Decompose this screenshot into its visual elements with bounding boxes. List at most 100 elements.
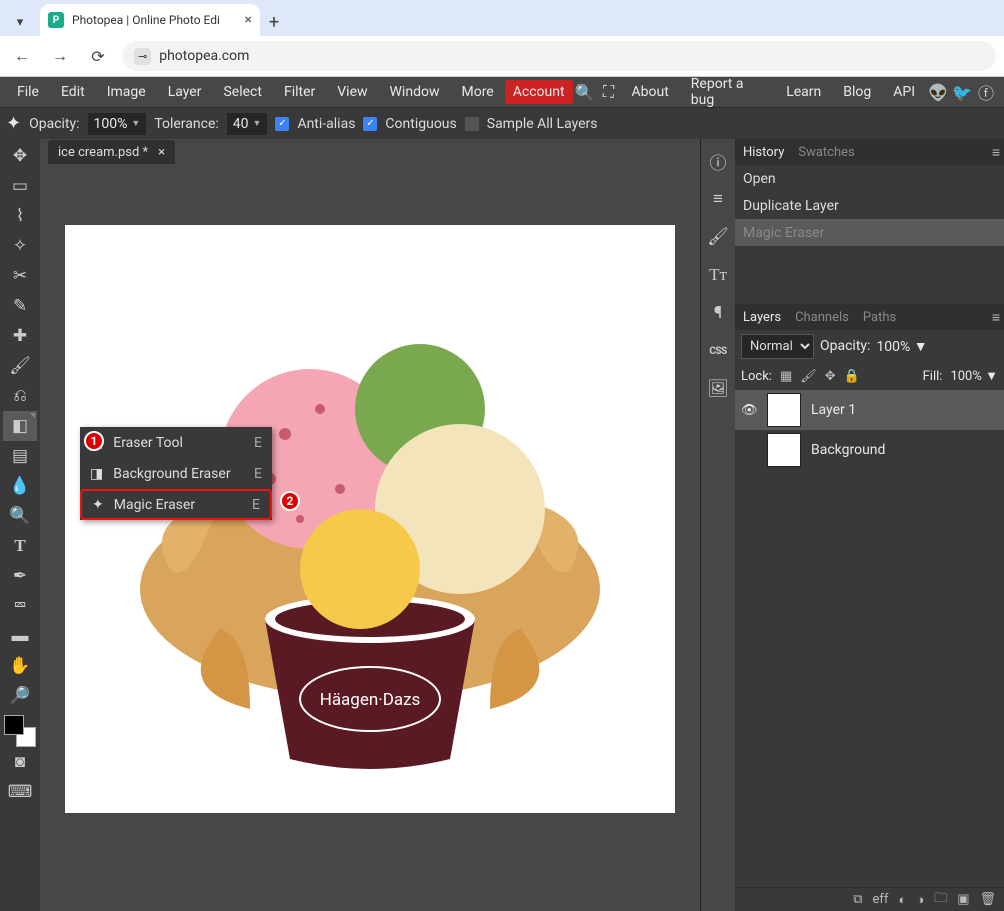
reddit-icon[interactable]: 👽 xyxy=(926,79,950,105)
paragraph-panel-icon[interactable]: ¶ xyxy=(704,301,732,325)
menu-edit[interactable]: Edit xyxy=(50,79,96,105)
lock-transparent-icon[interactable]: ▦ xyxy=(780,369,792,384)
fill-input[interactable]: 100% ▼ xyxy=(950,368,998,384)
image-panel-icon[interactable]: 🖼 xyxy=(704,377,732,401)
flyout-eraser-tool[interactable]: ◧ Eraser Tool E xyxy=(80,427,272,458)
visibility-icon[interactable]: 👁 xyxy=(741,403,757,418)
adjust-panel-icon[interactable]: ≡ xyxy=(704,187,732,211)
wand-tool[interactable]: ✧ xyxy=(3,231,37,261)
layer-row[interactable]: 👁 Layer 1 xyxy=(735,390,1004,430)
tab-paths[interactable]: Paths xyxy=(863,310,896,325)
character-panel-icon[interactable]: Tт xyxy=(704,263,732,287)
new-layer-icon[interactable]: ▣ xyxy=(957,892,969,907)
history-item[interactable]: Magic Eraser xyxy=(735,219,1004,246)
tab-list-dropdown[interactable]: ▾ xyxy=(0,8,40,36)
site-settings-icon[interactable]: ⊸ xyxy=(134,48,151,65)
menu-account[interactable]: Account xyxy=(505,80,573,104)
anti-alias-checkbox[interactable]: ✓ xyxy=(275,117,289,131)
eyedropper-tool[interactable]: ✎ xyxy=(3,291,37,321)
menu-more[interactable]: More xyxy=(450,79,504,105)
link-blog[interactable]: Blog xyxy=(832,79,882,105)
history-panel-menu-icon[interactable]: ≡ xyxy=(992,144,1000,161)
flyout-magic-eraser[interactable]: ✦ Magic Eraser E xyxy=(80,489,272,520)
layer-opacity-input[interactable]: 100% ▼ xyxy=(876,338,927,355)
css-panel-icon[interactable]: CSS xyxy=(704,339,732,363)
menu-select[interactable]: Select xyxy=(212,79,272,105)
pen-tool[interactable]: ✒ xyxy=(3,561,37,591)
facebook-icon[interactable]: ⓕ xyxy=(974,79,998,105)
healing-tool[interactable]: ✚ xyxy=(3,321,37,351)
browser-tab[interactable]: P Photopea | Online Photo Edi × xyxy=(40,4,260,36)
tolerance-input[interactable]: 40▼ xyxy=(227,113,268,135)
history-item[interactable]: Open xyxy=(735,165,1004,192)
history-item[interactable]: Duplicate Layer xyxy=(735,192,1004,219)
link-api[interactable]: API xyxy=(882,79,926,105)
keyboard-icon[interactable]: ⌨ xyxy=(3,777,37,807)
lock-position-icon[interactable]: ✥ xyxy=(825,369,836,384)
layer-mask-icon[interactable]: ◐ xyxy=(898,892,906,908)
eraser-flyout: ◧ Eraser Tool E ◨ Background Eraser E ✦ … xyxy=(80,427,272,520)
link-learn[interactable]: Learn xyxy=(775,79,832,105)
tab-channels[interactable]: Channels xyxy=(795,310,849,325)
crop-tool[interactable]: ✂ xyxy=(3,261,37,291)
adjustment-layer-icon[interactable]: ◑ xyxy=(916,892,924,908)
address-bar[interactable]: ⊸ photopea.com xyxy=(122,41,996,71)
new-tab-button[interactable]: + xyxy=(260,8,288,36)
menu-layer[interactable]: Layer xyxy=(157,79,213,105)
menu-file[interactable]: File xyxy=(6,79,50,105)
sample-all-checkbox[interactable] xyxy=(465,117,479,131)
blur-tool[interactable]: 💧 xyxy=(3,471,37,501)
clone-tool[interactable]: ⎌ xyxy=(3,381,37,411)
menu-view[interactable]: View xyxy=(326,79,378,105)
menu-image[interactable]: Image xyxy=(96,79,157,105)
layer-thumbnail[interactable] xyxy=(767,393,801,427)
flyout-background-eraser[interactable]: ◨ Background Eraser E xyxy=(80,458,272,489)
folder-icon[interactable]: 🗀 xyxy=(934,889,947,911)
menu-filter[interactable]: Filter xyxy=(273,79,326,105)
lasso-tool[interactable]: ⌇ xyxy=(3,201,37,231)
brush-tool[interactable]: 🖌 xyxy=(3,351,37,381)
close-document-icon[interactable]: × xyxy=(158,145,165,160)
eraser-tool[interactable]: ◧ xyxy=(3,411,37,441)
delete-layer-icon[interactable]: 🗑 xyxy=(979,892,996,907)
link-about[interactable]: About xyxy=(621,79,680,105)
opacity-input[interactable]: 100%▼ xyxy=(88,113,147,135)
back-button[interactable]: ← xyxy=(8,42,36,70)
layer-effects-icon[interactable]: eff xyxy=(873,892,889,907)
shape-tool[interactable]: ▬ xyxy=(3,621,37,651)
layers-panel-menu-icon[interactable]: ≡ xyxy=(992,309,1000,326)
path-select-tool[interactable]: ⮹ xyxy=(3,591,37,621)
tab-layers[interactable]: Layers xyxy=(743,310,781,325)
quick-mask-tool[interactable]: ◙ xyxy=(3,747,37,777)
contiguous-checkbox[interactable]: ✓ xyxy=(363,117,377,131)
tab-swatches[interactable]: Swatches xyxy=(798,145,854,160)
layer-thumbnail[interactable] xyxy=(767,433,801,467)
search-icon[interactable]: 🔍 xyxy=(573,79,597,105)
lock-pixels-icon[interactable]: 🖌 xyxy=(800,369,817,384)
blend-mode-select[interactable]: Normal xyxy=(741,334,814,359)
move-tool[interactable]: ✥ xyxy=(3,141,37,171)
menu-window[interactable]: Window xyxy=(379,79,451,105)
type-tool[interactable]: T xyxy=(3,531,37,561)
lock-all-icon[interactable]: 🔒 xyxy=(844,369,860,384)
tab-history[interactable]: History xyxy=(743,145,784,160)
foreground-color-swatch[interactable] xyxy=(4,715,24,735)
hand-tool[interactable]: ✋ xyxy=(3,651,37,681)
zoom-tool[interactable]: 🔎 xyxy=(3,681,37,711)
layers-list: 👁 Layer 1 Background xyxy=(735,390,1004,887)
link-layers-icon[interactable]: ⧉ xyxy=(853,892,862,907)
marquee-tool[interactable]: ▭ xyxy=(3,171,37,201)
link-report-bug[interactable]: Report a bug xyxy=(680,71,775,113)
close-tab-icon[interactable]: × xyxy=(245,12,252,28)
dodge-tool[interactable]: 🔍 xyxy=(3,501,37,531)
color-swatches[interactable] xyxy=(4,715,36,747)
info-panel-icon[interactable]: ⓘ xyxy=(704,149,732,173)
document-tab[interactable]: ice cream.psd * × xyxy=(48,140,175,164)
gradient-tool[interactable]: ▤ xyxy=(3,441,37,471)
layer-row[interactable]: Background xyxy=(735,430,1004,470)
fullscreen-icon[interactable]: ⛶ xyxy=(597,79,621,105)
reload-button[interactable]: ⟳ xyxy=(84,42,112,70)
brush-panel-icon[interactable]: 🖌 xyxy=(704,225,732,249)
twitter-icon[interactable]: 🐦 xyxy=(950,79,974,105)
forward-button[interactable]: → xyxy=(46,42,74,70)
